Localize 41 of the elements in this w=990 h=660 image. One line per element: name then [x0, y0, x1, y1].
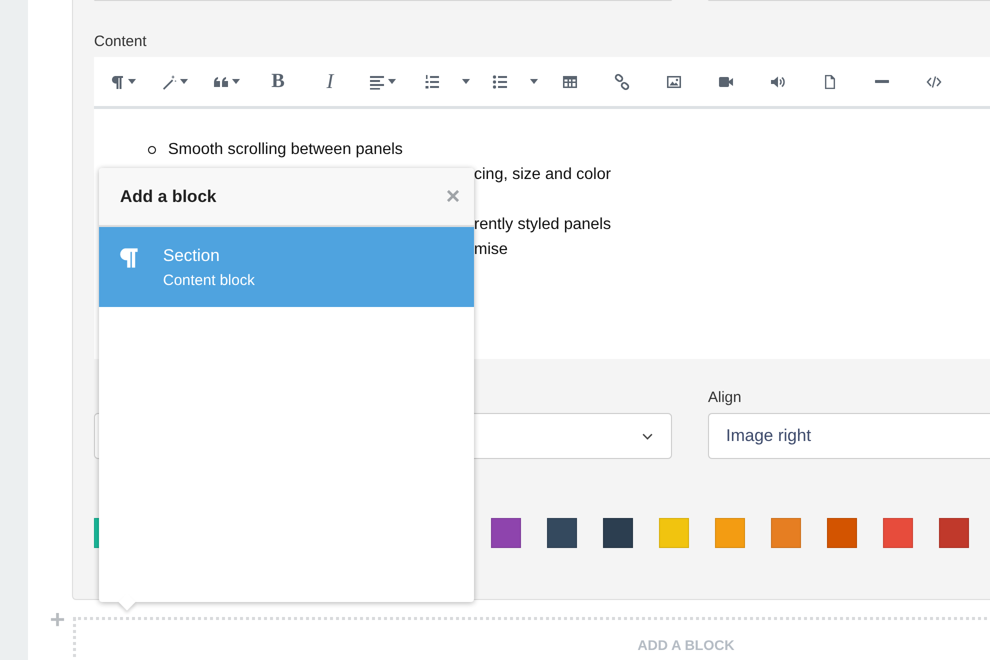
chevron-down-icon [642, 432, 653, 440]
list-item: rently styled panels [474, 215, 611, 235]
code-icon [926, 74, 942, 90]
color-swatch[interactable] [715, 518, 745, 548]
option-title: Section [163, 246, 221, 266]
color-swatch[interactable] [491, 518, 521, 548]
list-item: Smooth scrolling between panels [168, 140, 403, 160]
popover-title: Add a block [120, 186, 216, 206]
bullet-list-icon [492, 74, 508, 90]
color-swatch[interactable] [939, 518, 969, 548]
paragraph-icon [117, 246, 139, 270]
list-item: cing, size and color [474, 165, 611, 185]
list-item: mise [474, 240, 508, 260]
file-icon [822, 74, 838, 90]
field-label: Align [708, 389, 742, 407]
align-select[interactable]: Image right [708, 413, 990, 459]
align-icon [368, 74, 384, 90]
color-swatch[interactable] [771, 518, 801, 548]
plus-icon[interactable] [50, 612, 65, 627]
field-label: Content [94, 33, 148, 51]
caret-icon [232, 79, 240, 84]
color-swatch[interactable] [883, 518, 913, 548]
caret-icon [128, 79, 136, 84]
ordered-list-icon [424, 74, 440, 90]
audio-icon [770, 74, 786, 90]
color-swatch[interactable] [827, 518, 857, 548]
table-icon [562, 74, 578, 90]
wand-icon [160, 74, 176, 90]
italic-button[interactable]: I [304, 57, 356, 106]
color-swatch[interactable] [547, 518, 577, 548]
color-swatch[interactable] [659, 518, 689, 548]
image-icon [666, 74, 682, 90]
caret-icon [388, 79, 396, 84]
link-icon [614, 74, 630, 90]
caret-icon [462, 79, 470, 84]
caret-icon [180, 79, 188, 84]
caret-icon [530, 79, 538, 84]
bold-button[interactable]: B [252, 57, 304, 106]
color-swatch[interactable] [603, 518, 633, 548]
option-subtitle: Content block [163, 272, 255, 288]
bullet-icon [148, 146, 156, 154]
